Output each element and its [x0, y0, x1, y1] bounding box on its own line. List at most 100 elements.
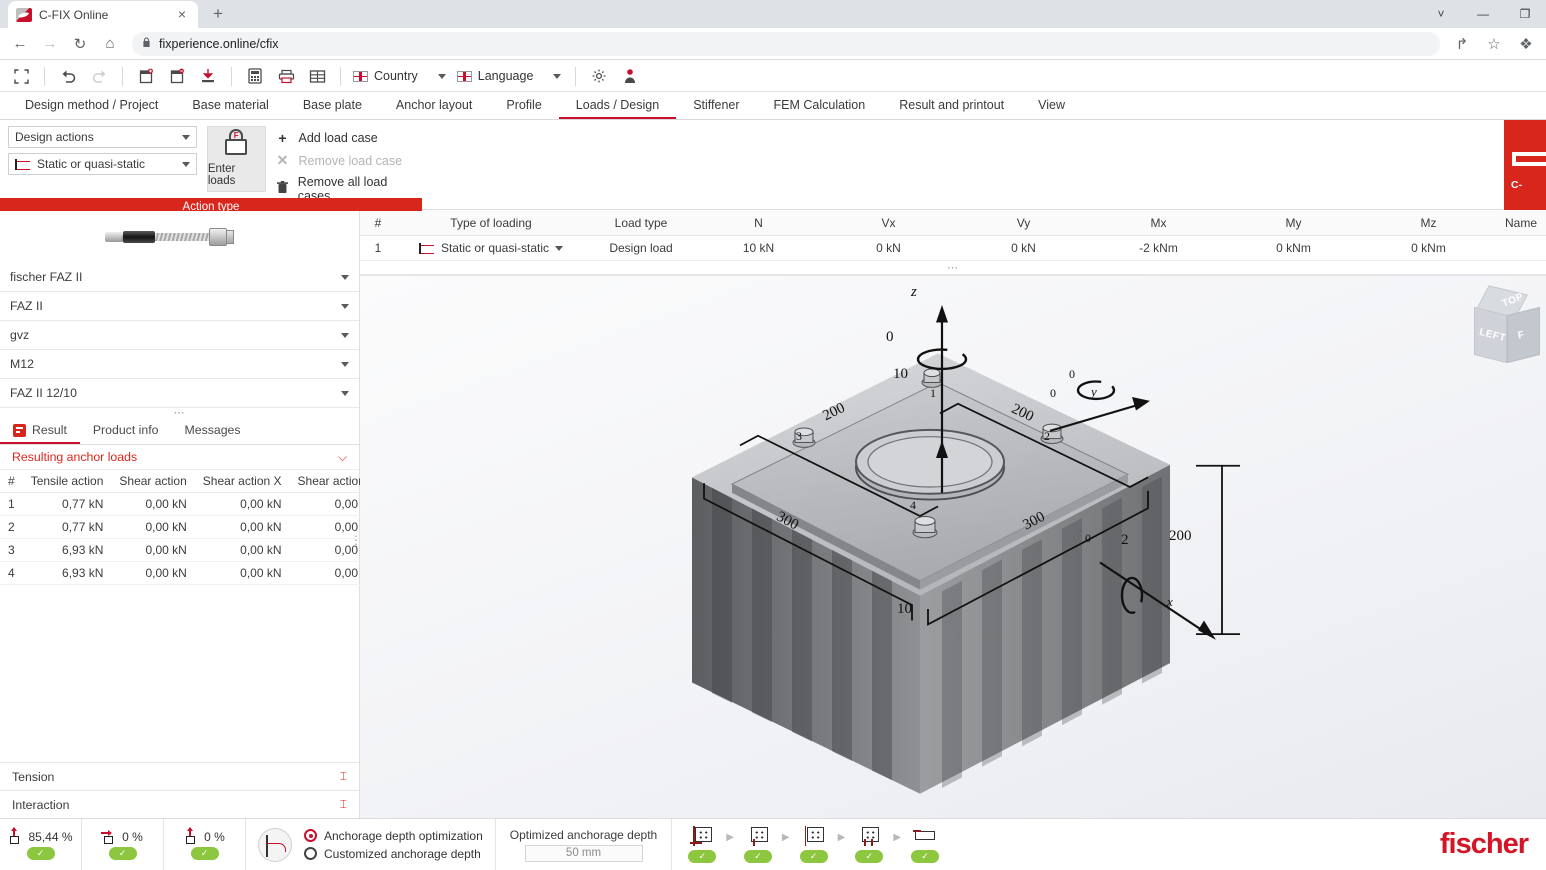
add-load-case-button[interactable]: + Add load case — [276, 130, 416, 146]
loads-step-icon — [857, 826, 881, 846]
design-actions-select[interactable]: Design actions — [8, 126, 197, 148]
forward-icon[interactable]: → — [36, 30, 64, 58]
fischer-logo: fischer — [1440, 819, 1546, 870]
address-bar[interactable]: fixperience.online/cfix — [132, 32, 1440, 56]
chevron-right-icon: ▶ — [724, 832, 736, 857]
gear-icon[interactable] — [584, 63, 614, 89]
save-project-icon[interactable] — [193, 63, 223, 89]
new-project-icon[interactable] — [131, 63, 161, 89]
tab-base-plate[interactable]: Base plate — [286, 92, 379, 119]
tab-fem-calculation[interactable]: FEM Calculation — [757, 92, 883, 119]
open-project-icon[interactable] — [162, 63, 192, 89]
cell-vx[interactable]: 0 kN — [821, 236, 956, 261]
tab-anchor-layout[interactable]: Anchor layout — [379, 92, 489, 119]
window-controls: ˅ — ❐ — [1420, 0, 1546, 28]
tab-product-info[interactable]: Product info — [80, 418, 172, 444]
table-resize-handle[interactable]: ⋯ — [360, 261, 1546, 275]
printer-icon[interactable] — [271, 63, 301, 89]
tab-profile[interactable]: Profile — [489, 92, 558, 119]
product-size-select[interactable]: M12 — [0, 350, 359, 379]
bookmark-star-icon[interactable]: ☆ — [1480, 30, 1508, 58]
product-variant-select[interactable]: FAZ II 12/10 — [0, 379, 359, 408]
tab-base-material[interactable]: Base material — [175, 92, 285, 119]
panel-resize-handle[interactable]: ⋯ — [0, 408, 359, 418]
chevron-down-icon[interactable] — [555, 246, 563, 251]
cell-type-of-loading[interactable]: Static or quasi-static — [396, 236, 586, 261]
cell-my[interactable]: 0 kNm — [1226, 236, 1361, 261]
radio-button-selected[interactable] — [304, 829, 317, 842]
step-result[interactable]: ✓ — [905, 826, 945, 863]
tab-result-and-printout[interactable]: Result and printout — [882, 92, 1021, 119]
home-icon[interactable]: ⌂ — [96, 30, 124, 58]
redo-icon — [84, 63, 114, 89]
extensions-puzzle-icon[interactable]: ❖ — [1512, 30, 1540, 58]
cell-shear-x: 0,00 kN — [195, 493, 290, 516]
cell-vy[interactable]: 0 kN — [956, 236, 1091, 261]
user-icon[interactable] — [615, 63, 645, 89]
radio-customized-anchorage-depth[interactable]: Customized anchorage depth — [304, 847, 483, 861]
tab-loads-design[interactable]: Loads / Design — [559, 92, 676, 119]
resulting-anchor-loads-header[interactable]: Resulting anchor loads ⌵ — [0, 445, 359, 470]
enter-loads-button[interactable]: Enter loads — [207, 126, 266, 192]
window-restore-button[interactable]: ˅ — [1420, 0, 1462, 28]
product-coating-select[interactable]: gvz — [0, 321, 359, 350]
3d-viewport[interactable]: z 0 10 1 200 200 3 2 0 0 y 4 300 300 0 2… — [360, 276, 1546, 818]
table-row[interactable]: 2 0,77 kN 0,00 kN 0,00 kN 0,00 kN — [0, 516, 384, 539]
accordion-interaction[interactable]: Interaction ⌶ — [0, 790, 359, 818]
col-index: # — [360, 211, 396, 236]
annotation-n-bottom: 10 — [897, 601, 912, 618]
load-curve-icon[interactable] — [258, 828, 292, 862]
tab-stiffener[interactable]: Stiffener — [676, 92, 756, 119]
tab-view[interactable]: View — [1021, 92, 1082, 119]
remove-load-case-label: Remove load case — [299, 154, 403, 168]
table-icon[interactable] — [302, 63, 332, 89]
tab-messages[interactable]: Messages — [171, 418, 253, 444]
table-row[interactable]: 1 0,77 kN 0,00 kN 0,00 kN 0,00 kN — [0, 493, 384, 516]
cell-type-of-loading-value: Static or quasi-static — [441, 241, 549, 255]
calculator-icon[interactable] — [240, 63, 270, 89]
language-flag-icon — [457, 71, 472, 82]
step-anchor[interactable]: ✓ — [738, 826, 778, 863]
reload-icon[interactable]: ↻ — [66, 30, 94, 58]
cell-n[interactable]: 10 kN — [696, 236, 821, 261]
chevron-down-icon[interactable]: ⌵ — [338, 450, 347, 465]
window-minimize-button[interactable]: — — [1462, 0, 1504, 28]
cell-mz[interactable]: 0 kNm — [1361, 236, 1496, 261]
chevron-up-icon[interactable]: ⌶ — [340, 769, 347, 784]
loading-type-select[interactable]: Static or quasi-static — [8, 153, 197, 175]
table-row[interactable]: 3 6,93 kN 0,00 kN 0,00 kN 0,00 kN — [0, 539, 384, 562]
tab-design-method-project[interactable]: Design method / Project — [8, 92, 175, 119]
step-baseplate[interactable]: ✓ — [682, 826, 722, 863]
cell-name[interactable] — [1496, 236, 1546, 261]
radio-anchorage-depth-optimization[interactable]: Anchorage depth optimization — [304, 829, 483, 843]
cell-mx[interactable]: -2 kNm — [1091, 236, 1226, 261]
view-cube[interactable]: TOP LEFT F — [1470, 290, 1540, 376]
product-family-select[interactable]: fischer FAZ II — [0, 263, 359, 292]
new-tab-button[interactable]: + — [204, 0, 232, 28]
close-icon[interactable]: × — [174, 7, 190, 23]
product-type-select[interactable]: FAZ II — [0, 292, 359, 321]
radio-button[interactable] — [304, 847, 317, 860]
browser-tab[interactable]: C-FIX Online × — [8, 1, 198, 28]
step-profile[interactable]: ✓ — [794, 826, 834, 863]
static-load-icon — [419, 243, 435, 254]
chevron-down-icon — [341, 362, 349, 367]
fullscreen-icon[interactable] — [6, 63, 36, 89]
language-selector[interactable]: Language — [453, 63, 568, 89]
share-icon[interactable]: ↱ — [1448, 30, 1476, 58]
table-row[interactable]: 4 6,93 kN 0,00 kN 0,00 kN 0,00 kN — [0, 562, 384, 585]
chevron-up-icon[interactable]: ⌶ — [340, 797, 347, 812]
country-selector[interactable]: Country — [349, 63, 452, 89]
load-case-action-panel: Design actions Static or quasi-static En… — [0, 120, 1546, 210]
table-row[interactable]: 1 Static or quasi-static Design load 10 … — [360, 236, 1546, 261]
cell-shear: 0,00 kN — [111, 562, 194, 585]
undo-icon[interactable] — [53, 63, 83, 89]
accordion-tension[interactable]: Tension ⌶ — [0, 762, 359, 790]
accordion-interaction-label: Interaction — [12, 798, 69, 812]
chevron-right-icon: ▶ — [780, 832, 792, 857]
step-loads[interactable]: ✓ — [849, 826, 889, 863]
window-maximize-button[interactable]: ❐ — [1504, 0, 1546, 28]
back-icon[interactable]: ← — [6, 30, 34, 58]
cfix-side-panel[interactable]: C- — [1504, 120, 1546, 210]
tab-result[interactable]: Result — [0, 418, 80, 444]
